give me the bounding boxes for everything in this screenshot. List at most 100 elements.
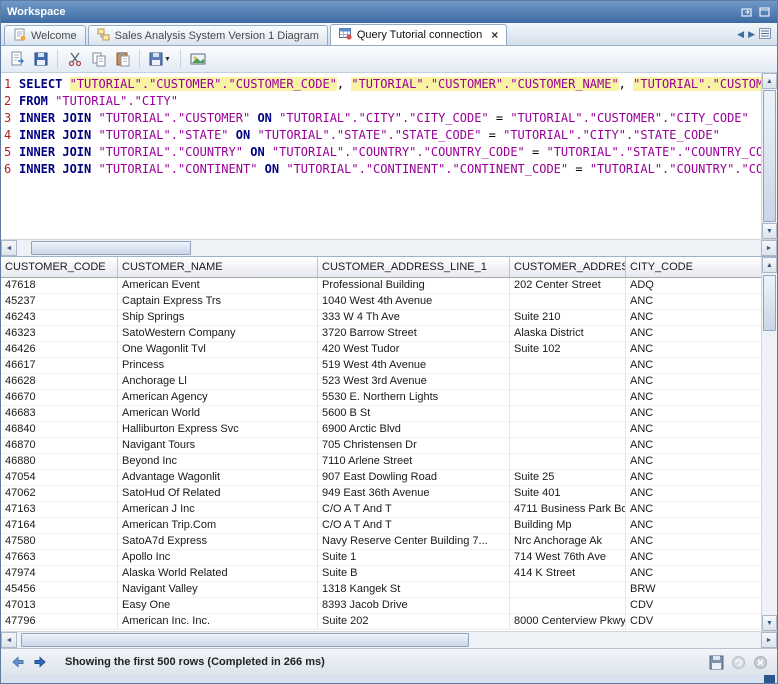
table-cell: Easy One <box>118 598 318 614</box>
table-cell: 8000 Centerview Pkwy <box>510 614 626 630</box>
tab-label: Sales Analysis System Version 1 Diagram <box>115 30 319 42</box>
tab-scroll-right-icon[interactable]: ▶ <box>748 29 755 40</box>
editor-code[interactable]: SELECT "TUTORIAL"."CUSTOMER"."CUSTOMER_C… <box>16 73 761 239</box>
image-export-icon[interactable] <box>186 48 209 70</box>
scrollbar-track[interactable] <box>762 89 777 223</box>
maximize-icon[interactable] <box>757 6 771 18</box>
table-cell: 7110 Arlene Street <box>318 454 510 470</box>
scroll-down-icon[interactable]: ▼ <box>762 615 777 631</box>
table-cell: 949 East 36th Avenue <box>318 486 510 502</box>
table-row[interactable]: 46670American Agency5530 E. Northern Lig… <box>1 390 761 406</box>
results-hscrollbar[interactable]: ◄ ► <box>1 631 777 648</box>
tab-label: Query Tutorial connection <box>357 29 482 41</box>
code-line: INNER JOIN "TUTORIAL"."CONTINENT" ON "TU… <box>19 161 761 178</box>
tab-query-tutorial-connection[interactable]: Query Tutorial connection × <box>330 24 507 45</box>
table-row[interactable]: 47163American J IncC/O A T And T4711 Bus… <box>1 502 761 518</box>
close-tab-icon[interactable]: × <box>491 28 498 42</box>
table-row[interactable]: 45456Navigant Valley1318 Kangek StBRW <box>1 582 761 598</box>
table-cell <box>510 390 626 406</box>
scrollbar-track[interactable] <box>17 632 761 648</box>
column-header-customer_address_line_1[interactable]: CUSTOMER_ADDRESS_LINE_1 <box>318 257 510 277</box>
table-cell: C/O A T And T <box>318 518 510 534</box>
table-row[interactable]: 46617Princess519 West 4th AvenueANC <box>1 358 761 374</box>
table-row[interactable]: 46426One Wagonlit Tvl420 West TudorSuite… <box>1 342 761 358</box>
table-cell: 47164 <box>1 518 118 534</box>
scroll-up-icon[interactable]: ▲ <box>762 73 777 89</box>
scrollbar-thumb[interactable] <box>21 633 469 647</box>
tab-scroll-left-icon[interactable]: ◀ <box>737 29 744 40</box>
undock-window-icon[interactable] <box>739 6 753 18</box>
table-row[interactable]: 47062SatoHud Of Related949 East 36th Ave… <box>1 486 761 502</box>
table-cell: 46870 <box>1 438 118 454</box>
table-row[interactable]: 47974Alaska World RelatedSuite B414 K St… <box>1 566 761 582</box>
scroll-right-icon[interactable]: ► <box>761 632 777 648</box>
code-line: INNER JOIN "TUTORIAL"."STATE" ON "TUTORI… <box>19 127 761 144</box>
scrollbar-track[interactable] <box>17 240 761 256</box>
table-row[interactable]: 46840Halliburton Express Svc6900 Arctic … <box>1 422 761 438</box>
table-cell: American World <box>118 406 318 422</box>
column-header-customer_code[interactable]: CUSTOMER_CODE <box>1 257 118 277</box>
tab-welcome[interactable]: Welcome <box>4 25 86 45</box>
scroll-down-icon[interactable]: ▼ <box>762 223 777 239</box>
scroll-right-icon[interactable]: ► <box>761 240 777 256</box>
table-row[interactable]: 47013Easy One8393 Jacob DriveCDV <box>1 598 761 614</box>
tab-list-icon[interactable] <box>759 28 771 41</box>
copy-icon[interactable] <box>87 48 110 70</box>
table-cell: 47796 <box>1 614 118 630</box>
paste-icon[interactable] <box>111 48 134 70</box>
resize-grip[interactable] <box>764 675 775 683</box>
table-cell: 47013 <box>1 598 118 614</box>
table-cell <box>510 582 626 598</box>
table-cell: Suite 401 <box>510 486 626 502</box>
table-row[interactable]: 47663Apollo IncSuite 1714 West 76th AveA… <box>1 550 761 566</box>
table-row[interactable]: 46243Ship Springs333 W 4 Th AveSuite 210… <box>1 310 761 326</box>
titlebar[interactable]: Workspace <box>1 1 777 23</box>
table-row[interactable]: 45237Captain Express Trs1040 West 4th Av… <box>1 294 761 310</box>
column-header-customer_name[interactable]: CUSTOMER_NAME <box>118 257 318 277</box>
editor-vscrollbar[interactable]: ▲ ▼ <box>761 73 777 239</box>
results-vscrollbar[interactable]: ▲ ▼ <box>761 257 777 631</box>
table-cell: ANC <box>626 550 761 566</box>
table-row[interactable]: 47796American Inc. Inc.Suite 2028000 Cen… <box>1 614 761 630</box>
new-file-icon[interactable] <box>5 48 28 70</box>
table-cell: SatoHud Of Related <box>118 486 318 502</box>
column-header-customer_address_line_2[interactable]: CUSTOMER_ADDRESS_LINE_2 <box>510 257 626 277</box>
table-row[interactable]: 46323SatoWestern Company3720 Barrow Stre… <box>1 326 761 342</box>
editor-hscrollbar[interactable]: ◄ ► <box>1 239 777 256</box>
results-body[interactable]: 47618American EventProfessional Building… <box>1 278 761 630</box>
table-cell: ANC <box>626 438 761 454</box>
table-row[interactable]: 46870Navigant Tours705 Christensen DrANC <box>1 438 761 454</box>
table-cell: One Wagonlit Tvl <box>118 342 318 358</box>
export-dropdown-icon[interactable]: ▼ <box>145 48 175 70</box>
scrollbar-thumb[interactable] <box>31 241 191 255</box>
scroll-left-icon[interactable]: ◄ <box>1 240 17 256</box>
table-cell: 4711 Business Park Boulevard <box>510 502 626 518</box>
table-cell: ANC <box>626 486 761 502</box>
table-cell: 47663 <box>1 550 118 566</box>
table-row[interactable]: 46683American World5600 B StANC <box>1 406 761 422</box>
scrollbar-thumb[interactable] <box>763 90 776 222</box>
save-icon[interactable] <box>29 48 52 70</box>
forward-arrow-icon[interactable] <box>31 653 49 671</box>
table-cell: Suite 1 <box>318 550 510 566</box>
table-cell: Suite 210 <box>510 310 626 326</box>
statusbar: Showing the first 500 rows (Completed in… <box>1 648 777 675</box>
scroll-up-icon[interactable]: ▲ <box>762 257 777 273</box>
column-header-city_code[interactable]: CITY_CODE <box>626 257 761 277</box>
table-row[interactable]: 47618American EventProfessional Building… <box>1 278 761 294</box>
table-row[interactable]: 47054Advantage Wagonlit907 East Dowling … <box>1 470 761 486</box>
table-cell: 333 W 4 Th Ave <box>318 310 510 326</box>
table-row[interactable]: 47580SatoA7d ExpressNavy Reserve Center … <box>1 534 761 550</box>
scrollbar-thumb[interactable] <box>763 275 776 331</box>
table-row[interactable]: 47164American Trip.ComC/O A T And TBuild… <box>1 518 761 534</box>
scroll-left-icon[interactable]: ◄ <box>1 632 17 648</box>
table-row[interactable]: 46880Beyond Inc7110 Arlene StreetANC <box>1 454 761 470</box>
back-arrow-icon[interactable] <box>9 653 27 671</box>
table-cell: 523 West 3rd Avenue <box>318 374 510 390</box>
cut-icon[interactable] <box>63 48 86 70</box>
table-cell: ANC <box>626 390 761 406</box>
scrollbar-track[interactable] <box>762 273 777 615</box>
tab-diagram[interactable]: Sales Analysis System Version 1 Diagram <box>88 25 328 45</box>
table-row[interactable]: 46628Anchorage Ll523 West 3rd AvenueANC <box>1 374 761 390</box>
save-results-icon[interactable] <box>707 653 725 671</box>
